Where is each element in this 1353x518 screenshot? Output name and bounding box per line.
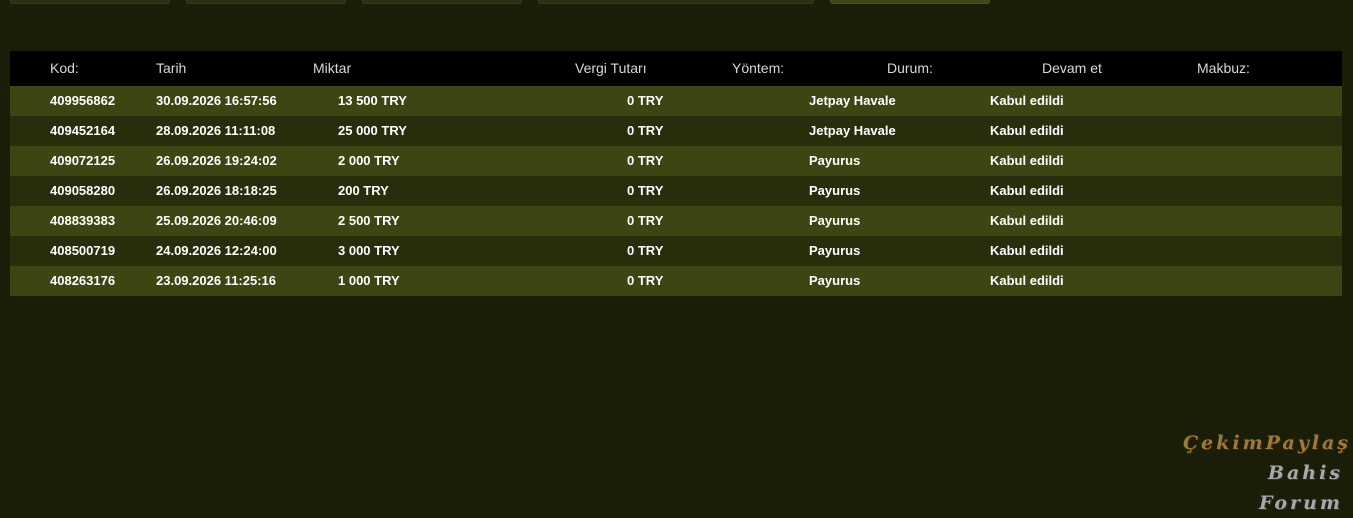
cell-tax: 0 TRY <box>627 93 664 108</box>
top-tab-5[interactable] <box>830 0 990 4</box>
cell-date: 23.09.2026 11:25:16 <box>156 273 276 288</box>
table-row: 408839383 25.09.2026 20:46:09 2 500 TRY … <box>10 206 1342 236</box>
cell-amount: 3 000 TRY <box>338 243 400 258</box>
cell-code: 409058280 <box>50 183 116 198</box>
cell-code: 409072125 <box>50 153 116 168</box>
cell-method: Jetpay Havale <box>809 93 896 108</box>
cell-status: Kabul edildi <box>990 273 1064 288</box>
table-row: 409058280 26.09.2026 18:18:25 200 TRY 0 … <box>10 176 1342 206</box>
cell-amount: 2 500 TRY <box>338 213 400 228</box>
header-tax: Vergi Tutarı <box>575 60 647 76</box>
cell-status: Kabul edildi <box>990 213 1064 228</box>
cell-date: 26.09.2026 19:24:02 <box>156 153 277 168</box>
cell-amount: 2 000 TRY <box>338 153 400 168</box>
cell-amount: 200 TRY <box>338 183 389 198</box>
header-method: Yöntem: <box>732 60 785 76</box>
cell-method: Payurus <box>809 153 861 168</box>
cell-amount: 1 000 TRY <box>338 273 400 288</box>
cell-amount: 13 500 TRY <box>338 93 407 108</box>
cell-method: Jetpay Havale <box>809 123 896 138</box>
cell-status: Kabul edildi <box>990 93 1064 108</box>
cell-date: 24.09.2026 12:24:00 <box>156 243 277 258</box>
top-tab-3[interactable] <box>362 0 522 4</box>
forum-watermark: ÇekimPaylaş Bahis Forum <box>1181 428 1351 518</box>
cell-amount: 25 000 TRY <box>338 123 407 138</box>
cell-status: Kabul edildi <box>990 153 1064 168</box>
table-row: 409956862 30.09.2026 16:57:56 13 500 TRY… <box>10 86 1342 116</box>
header-amount: Miktar <box>313 60 352 76</box>
header-date: Tarih <box>156 60 187 76</box>
cell-code: 408500719 <box>50 243 116 258</box>
top-tab-2[interactable] <box>186 0 346 4</box>
table-row: 408500719 24.09.2026 12:24:00 3 000 TRY … <box>10 236 1342 266</box>
cell-date: 30.09.2026 16:57:56 <box>156 93 277 108</box>
table-row: 408263176 23.09.2026 11:25:16 1 000 TRY … <box>10 266 1342 296</box>
cell-tax: 0 TRY <box>627 123 664 138</box>
top-tab-1[interactable] <box>10 0 170 4</box>
cell-code: 409956862 <box>50 93 116 108</box>
header-continue: Devam et <box>1042 60 1102 76</box>
header-receipt: Makbuz: <box>1197 60 1250 76</box>
cell-tax: 0 TRY <box>627 213 664 228</box>
cell-method: Payurus <box>809 213 861 228</box>
cell-method: Payurus <box>809 243 861 258</box>
cell-method: Payurus <box>809 183 861 198</box>
watermark-line-1: ÇekimPaylaş <box>1182 432 1351 454</box>
cell-status: Kabul edildi <box>990 183 1064 198</box>
cell-tax: 0 TRY <box>627 183 664 198</box>
cell-tax: 0 TRY <box>627 273 664 288</box>
table-row: 409452164 28.09.2026 11:11:08 25 000 TRY… <box>10 116 1342 146</box>
header-status: Durum: <box>887 60 933 76</box>
header-code: Kod: <box>50 60 79 76</box>
cell-code: 408263176 <box>50 273 116 288</box>
watermark-line-2: Bahis Forum <box>1258 462 1343 514</box>
cell-status: Kabul edildi <box>990 123 1064 138</box>
cell-date: 25.09.2026 20:46:09 <box>156 213 277 228</box>
cell-code: 408839383 <box>50 213 116 228</box>
cell-date: 28.09.2026 11:11:08 <box>156 123 276 138</box>
cell-date: 26.09.2026 18:18:25 <box>156 183 277 198</box>
transactions-table: Kod: Tarih Miktar Vergi Tutarı Yöntem: D… <box>10 51 1342 296</box>
table-row: 409072125 26.09.2026 19:24:02 2 000 TRY … <box>10 146 1342 176</box>
table-header: Kod: Tarih Miktar Vergi Tutarı Yöntem: D… <box>10 51 1342 86</box>
cell-status: Kabul edildi <box>990 243 1064 258</box>
cell-tax: 0 TRY <box>627 153 664 168</box>
top-tab-4[interactable] <box>538 0 814 4</box>
cell-code: 409452164 <box>50 123 116 138</box>
cell-method: Payurus <box>809 273 861 288</box>
cell-tax: 0 TRY <box>627 243 664 258</box>
top-tab-bar <box>0 0 1353 4</box>
